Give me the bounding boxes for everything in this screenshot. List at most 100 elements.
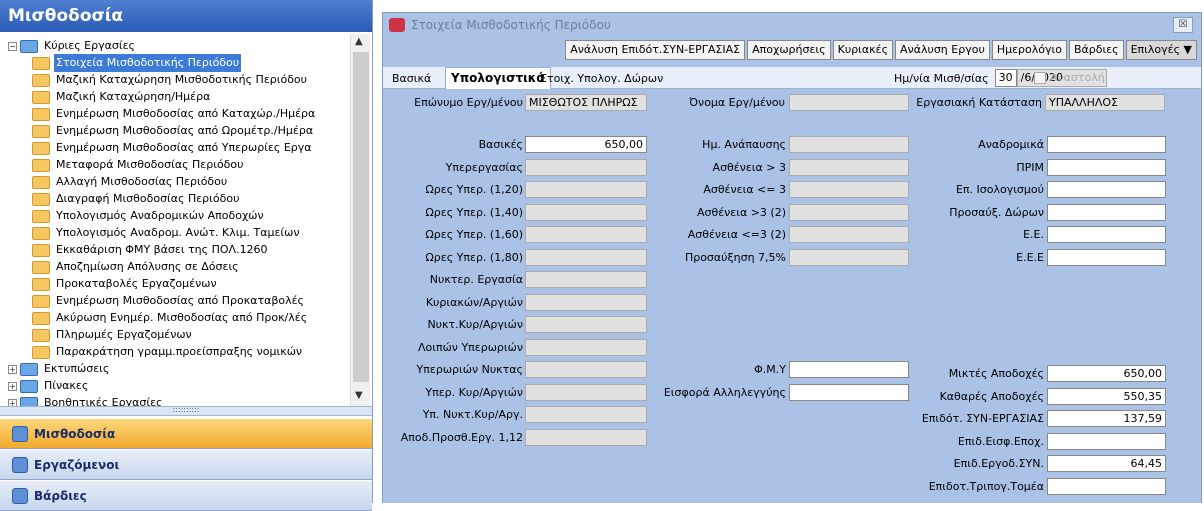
tree-item[interactable]: Εκκαθάριση ΦΜΥ βάσει της ΠΟΛ.1260: [32, 241, 270, 259]
input-field[interactable]: 64,45: [1047, 455, 1166, 472]
tree-item-label: Παρακράτηση γραμμ.προείσπραξης νομικών: [56, 345, 303, 358]
tree-item[interactable]: Υπολογισμός Αναδρομ. Ανώτ. Κλιμ. Ταμείων: [32, 224, 301, 242]
collapse-icon[interactable]: −: [8, 41, 17, 51]
input-field[interactable]: [525, 293, 647, 311]
tree-item-label: Εκτυπώσεις: [44, 362, 110, 375]
tree-item[interactable]: Πληρωμές Εργαζομένων: [32, 326, 194, 344]
expand-icon[interactable]: +: [8, 364, 17, 374]
tree-group[interactable]: − Κύριες Εργασίες: [8, 37, 137, 55]
tree-item[interactable]: Υπολογισμός Αναδρομικών Αποδοχών: [32, 207, 266, 225]
tab[interactable]: Βασικά: [387, 70, 436, 89]
field-label: ΠΡΙΜ: [1016, 160, 1044, 174]
tab[interactable]: Στοιχ. Υπολογ. Δώρων: [535, 70, 668, 89]
nav-button[interactable]: Εργαζόμενοι: [0, 450, 372, 480]
input-field[interactable]: [1047, 477, 1166, 495]
input-field[interactable]: [525, 158, 647, 176]
input-field[interactable]: [789, 136, 909, 153]
input-field[interactable]: [525, 203, 647, 221]
suspend-checkbox[interactable]: Αναστολή: [1034, 71, 1105, 84]
input-field[interactable]: [525, 428, 647, 446]
input-field[interactable]: [1047, 203, 1166, 221]
input-field[interactable]: [525, 271, 647, 288]
input-field[interactable]: 650,00: [525, 136, 647, 153]
field-label: Επώνυμο Εργ/μένου: [414, 96, 523, 109]
tree-group[interactable]: + Εκτυπώσεις: [8, 360, 111, 378]
tree-item-label: Διαγραφή Μισθοδοσίας Περιόδου: [56, 192, 240, 205]
nav-button[interactable]: Βάρδιες: [0, 481, 372, 511]
window-toolbar: Ανάλυση Επιδότ.ΣΥΝ-ΕΡΓΑΣΙΑΣ Αποχωρήσεις Κυ…: [563, 40, 1197, 60]
tree-group[interactable]: + Βοηθητικές Εργασίες: [8, 394, 164, 406]
employee-status-field[interactable]: ΥΠΑΛΛΗΛΟΣ: [1045, 94, 1165, 111]
input-field[interactable]: [789, 361, 909, 378]
scroll-up-icon[interactable]: ▲: [355, 36, 363, 47]
tree-item[interactable]: Στοιχεία Μισθοδοτικής Περιόδου: [32, 54, 242, 72]
tree-item[interactable]: Μεταφορά Μισθοδοσίας Περιόδου: [32, 156, 246, 174]
input-field[interactable]: [525, 316, 647, 333]
tree-scrollbar[interactable]: ▲ ▼: [350, 34, 370, 406]
tree-item[interactable]: Μαζική Καταχώρηση/Ημέρα: [32, 88, 212, 106]
toolbar-button[interactable]: Ανάλυση Εργου: [895, 40, 990, 60]
expand-icon[interactable]: +: [8, 381, 17, 391]
toolbar-button[interactable]: Κυριακές: [832, 40, 894, 60]
input-field[interactable]: [525, 181, 647, 198]
toolbar-button[interactable]: Αποχωρήσεις: [747, 40, 831, 60]
employee-name-field[interactable]: ΜΙΣΘΩΤΟΣ ΠΛΗΡΩΣ: [525, 94, 647, 111]
toolbar-button[interactable]: Ανάλυση Επιδότ.ΣΥΝ-ΕΡΓΑΣΙΑΣ: [565, 40, 746, 60]
tree-item[interactable]: Ενημέρωση Μισθοδοσίας από Προκαταβολές: [32, 292, 306, 310]
input-field[interactable]: [525, 226, 647, 243]
input-field[interactable]: [1047, 181, 1166, 198]
input-field[interactable]: [789, 94, 909, 111]
input-field[interactable]: [525, 361, 647, 378]
input-field[interactable]: [525, 248, 647, 266]
input-field[interactable]: [525, 383, 647, 401]
field-label: Επιδ.Εισφ.Εποχ.: [957, 434, 1044, 448]
input-field[interactable]: 650,00: [1047, 365, 1166, 382]
toolbar-button[interactable]: Βάρδιες: [1068, 40, 1124, 60]
tree-view: − Κύριες Εργασίες Στοιχεία Μισθοδοτικής Πε…: [0, 34, 360, 406]
scroll-down-icon[interactable]: ▼: [355, 390, 363, 401]
tree-item[interactable]: Μαζική Καταχώρηση Μισθοδοτικής Περιόδου: [32, 71, 309, 89]
payroll-date-day[interactable]: 30: [994, 69, 1017, 87]
input-field[interactable]: [789, 383, 909, 401]
input-field[interactable]: [1047, 158, 1166, 176]
tree-item[interactable]: Ακύρωση Ενημέρ. Μισθοδοσίας από Προκ/λές: [32, 309, 309, 327]
tree-item[interactable]: Ενημέρωση Μισθοδοσίας από Ωρομέτρ./Ημέρα: [32, 122, 315, 140]
input-field[interactable]: [1047, 432, 1166, 450]
input-field[interactable]: [525, 406, 647, 423]
field-label: Προσαύξ. Δώρων: [949, 205, 1044, 219]
scroll-thumb[interactable]: [353, 52, 369, 382]
tree-group[interactable]: + Πίνακες: [8, 377, 90, 395]
tree-item-label: Βοηθητικές Εργασίες: [44, 396, 163, 406]
input-field[interactable]: [1047, 226, 1166, 243]
tree-item[interactable]: Ενημέρωση Μισθοδοσίας από Καταχώρ./Ημέρα: [32, 105, 317, 123]
tree-item[interactable]: Διαγραφή Μισθοδοσίας Περιόδου: [32, 190, 241, 208]
tree-item[interactable]: Αλλαγή Μισθοδοσίας Περιόδου: [32, 173, 229, 191]
input-field[interactable]: 137,59: [1047, 410, 1166, 427]
expand-icon[interactable]: +: [8, 398, 17, 406]
input-field[interactable]: [1047, 136, 1166, 153]
suspend-checkbox-box[interactable]: [1034, 71, 1046, 84]
tree-item[interactable]: Προκαταβολές Εργαζομένων: [32, 275, 219, 293]
field-label: Νυκτερ. Εργασία: [429, 273, 523, 286]
input-field[interactable]: [789, 248, 909, 266]
window-title: Στοιχεία Μισθοδοτικής Περιόδου: [411, 18, 611, 32]
tree-item[interactable]: Αποζημίωση Απόλυσης σε Δόσεις: [32, 258, 241, 276]
input-field[interactable]: 550,35: [1047, 387, 1166, 405]
input-field[interactable]: [525, 338, 647, 356]
tree-item[interactable]: Ενημέρωση Μισθοδοσίας από Υπερωρίες Εργα: [32, 139, 314, 157]
toolbar-button[interactable]: Επιλογές ▼: [1125, 40, 1197, 60]
input-field[interactable]: [789, 203, 909, 221]
input-field[interactable]: [789, 158, 909, 176]
field-label: Βασικές: [478, 138, 523, 151]
input-field[interactable]: [1047, 248, 1166, 266]
input-field[interactable]: [789, 181, 909, 198]
toolbar-button[interactable]: Ημερολόγιο: [991, 40, 1067, 60]
panel-splitter[interactable]: ::::::::::: [0, 406, 372, 416]
tree-item[interactable]: Παρακράτηση γραμμ.προείσπραξης νομικών: [32, 343, 304, 361]
nav-button[interactable]: Μισθοδοσία: [0, 419, 372, 449]
folder-icon: [32, 311, 50, 325]
folder-icon: [32, 56, 50, 70]
input-field[interactable]: [789, 226, 909, 243]
close-button[interactable]: ☒: [1173, 17, 1193, 33]
field-label: Ωρες Υπερ. (1,60): [425, 228, 523, 241]
